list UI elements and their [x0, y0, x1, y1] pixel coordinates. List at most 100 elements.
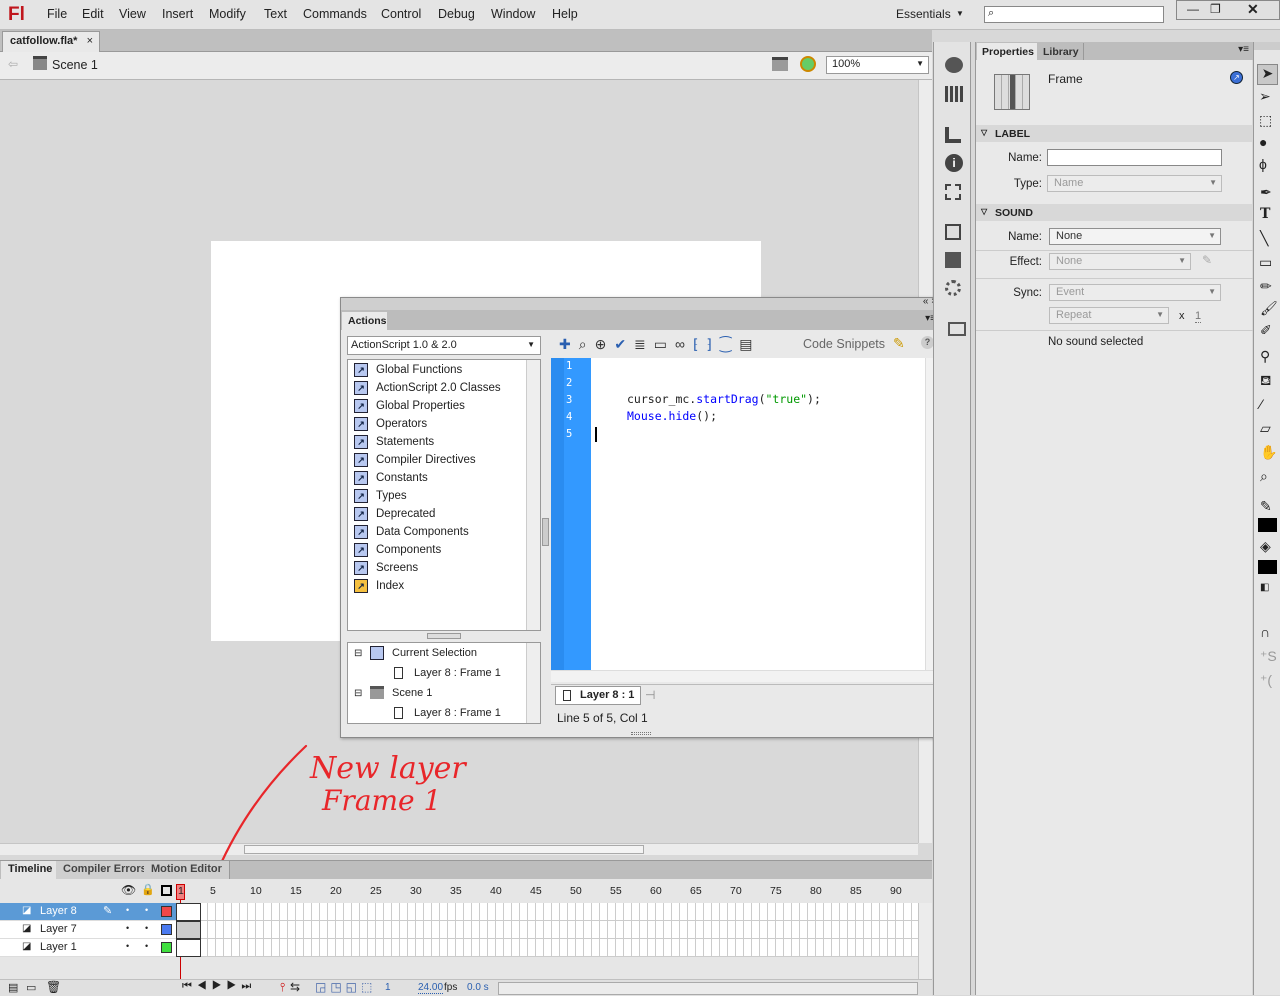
layer-row[interactable]: ◪ Layer 1 • • [0, 939, 176, 957]
label-type-select[interactable]: Name [1047, 175, 1222, 192]
code-hint-icon[interactable]: ▭ [654, 336, 675, 352]
current-frame[interactable]: 1 [385, 982, 391, 993]
onion-skin-icons[interactable]: ◲◳◱⬚ [315, 980, 376, 994]
script-pin-tab[interactable]: Layer 8 : 1 [555, 686, 641, 705]
go-to-first-frame-icon[interactable]: ⏮ [182, 980, 197, 992]
collapse-braces-icon[interactable]: ⁅⁆ [693, 336, 720, 352]
sync-select[interactable]: Event [1049, 284, 1221, 301]
keyframe-span[interactable] [176, 921, 201, 939]
collapse-selection-icon[interactable]: ⁐ [720, 336, 739, 352]
swap-colors-icon[interactable]: ◧ [1260, 582, 1269, 593]
motion-presets-icon[interactable] [945, 280, 961, 296]
minimize-button[interactable]: — [1187, 2, 1199, 16]
toolbox-item[interactable]: ↗ Statements [348, 433, 540, 451]
menu-help[interactable]: Help [552, 7, 578, 21]
tab-library[interactable]: Library [1038, 43, 1084, 60]
resize-grip[interactable] [631, 732, 651, 735]
toolbox-item[interactable]: ↗ Global Properties [348, 397, 540, 415]
script-assist-wand-icon[interactable]: ✎ [893, 335, 905, 352]
hand-tool-icon[interactable]: ✋ [1260, 444, 1277, 461]
outline-color-swatch[interactable] [161, 924, 172, 935]
snap-to-objects-icon[interactable]: ∩ [1260, 624, 1270, 640]
pane-splitter[interactable] [427, 633, 461, 639]
close-tab-icon[interactable]: × [87, 35, 93, 47]
menu-view[interactable]: View [119, 7, 146, 21]
toolbox-item[interactable]: ↗ Index [348, 577, 540, 595]
back-arrow-icon[interactable]: ⇦ [8, 57, 18, 71]
zoom-select[interactable]: 100% ▼ [826, 56, 929, 74]
visibility-dot[interactable]: • [126, 905, 129, 915]
frame-rate[interactable]: 24.00 [418, 982, 444, 994]
code-snippets-button[interactable]: Code Snippets [803, 337, 885, 351]
auto-format-icon[interactable]: ≣ [634, 336, 654, 352]
rectangle-tool-icon[interactable]: ▭ [1259, 254, 1272, 271]
history-icon[interactable] [945, 224, 961, 240]
menu-window[interactable]: Window [491, 7, 535, 21]
tab-properties[interactable]: Properties [977, 43, 1037, 60]
menu-text[interactable]: Text [264, 7, 287, 21]
brush-tool-icon[interactable]: 🖌 [1260, 300, 1278, 317]
menu-debug[interactable]: Debug [438, 7, 475, 21]
new-layer-icon[interactable]: ▤ [8, 981, 18, 994]
menu-modify[interactable]: Modify [209, 7, 246, 21]
deco-tool-icon[interactable]: ✐ [1260, 322, 1272, 339]
smooth-icon[interactable]: ⁺S [1260, 648, 1277, 665]
effect-select[interactable]: None [1049, 253, 1191, 270]
straighten-icon[interactable]: ⁺( [1260, 672, 1272, 689]
lock-dot[interactable]: • [145, 941, 148, 951]
center-frame-icon[interactable]: ⫯ [280, 980, 285, 995]
nav-current-selection[interactable]: Current Selection [392, 647, 477, 659]
tab-motion-editor[interactable]: Motion Editor [144, 861, 230, 879]
panel-menu-icon[interactable]: ▾≡ [1238, 44, 1249, 55]
sound-name-select[interactable]: None [1049, 228, 1221, 245]
bone-tool-icon[interactable]: ⚲ [1260, 348, 1270, 365]
selection-tool-icon[interactable]: ➤ [1257, 64, 1278, 85]
edit-symbols-icon[interactable] [800, 56, 816, 72]
sound-section-header[interactable]: ▽ SOUND [976, 204, 1253, 221]
frame-name-input[interactable] [1047, 149, 1222, 166]
find-icon[interactable]: ⌕ [579, 336, 595, 352]
keyframe-span[interactable] [176, 939, 201, 957]
text-tool-icon[interactable]: T [1260, 206, 1270, 222]
toolbox-scrollbar[interactable] [526, 360, 540, 630]
toolbox-item[interactable]: ↗ Operators [348, 415, 540, 433]
code-snippets-icon[interactable]: ▤ [739, 336, 760, 352]
toolbox-item[interactable]: ↗ ActionScript 2.0 Classes [348, 379, 540, 397]
panel-titlebar[interactable]: « × [341, 296, 941, 310]
transform-icon[interactable] [945, 184, 961, 200]
document-tab[interactable]: catfollow.fla* × [2, 31, 100, 52]
keyframe-span[interactable] [176, 903, 201, 921]
layer-frames[interactable] [176, 921, 918, 939]
step-forward-icon[interactable]: ▶ [227, 980, 242, 992]
eyedropper-tool-icon[interactable]: ⁄ [1260, 396, 1262, 412]
tab-compiler-errors[interactable]: Compiler Errors [56, 861, 155, 879]
lock-dot[interactable]: • [145, 923, 148, 933]
3d-rotation-tool-icon[interactable]: ● [1259, 134, 1267, 150]
edit-scene-icon[interactable] [772, 57, 788, 71]
free-transform-tool-icon[interactable]: ⬚ [1259, 112, 1272, 129]
edit-envelope-pencil-icon[interactable]: ✎ [1202, 253, 1212, 267]
actions-tab[interactable]: Actions [342, 312, 387, 330]
help-link-icon[interactable]: ↗ [1230, 71, 1243, 84]
repeat-count[interactable]: 1 [1195, 310, 1202, 323]
line-tool-icon[interactable]: ╲ [1260, 230, 1268, 247]
target-path-icon[interactable]: ⊕ [595, 336, 615, 352]
toolbox-item[interactable]: ↗ Global Functions [348, 361, 540, 379]
loop-icon[interactable]: ⇆ [290, 980, 300, 994]
color-panel-icon[interactable] [945, 57, 963, 73]
zoom-tool-icon[interactable]: ⌕ [1260, 468, 1268, 485]
project-icon[interactable] [948, 322, 966, 336]
menu-control[interactable]: Control [381, 7, 421, 21]
new-folder-icon[interactable]: ▭ [26, 981, 36, 994]
breakpoint-column[interactable] [551, 358, 564, 670]
eraser-tool-icon[interactable]: ▱ [1260, 420, 1271, 437]
menu-insert[interactable]: Insert [162, 7, 193, 21]
layer-row[interactable]: ◪ Layer 7 • • [0, 921, 176, 939]
repeat-select[interactable]: Repeat [1049, 307, 1169, 324]
toolbox-item[interactable]: ↗ Compiler Directives [348, 451, 540, 469]
nav-layer8-frame1[interactable]: Layer 8 : Frame 1 [414, 667, 501, 679]
toolbox-item[interactable]: ↗ Data Components [348, 523, 540, 541]
swatches-icon[interactable] [945, 86, 963, 102]
menu-edit[interactable]: Edit [82, 7, 104, 21]
close-button[interactable]: ✕ [1247, 1, 1259, 18]
